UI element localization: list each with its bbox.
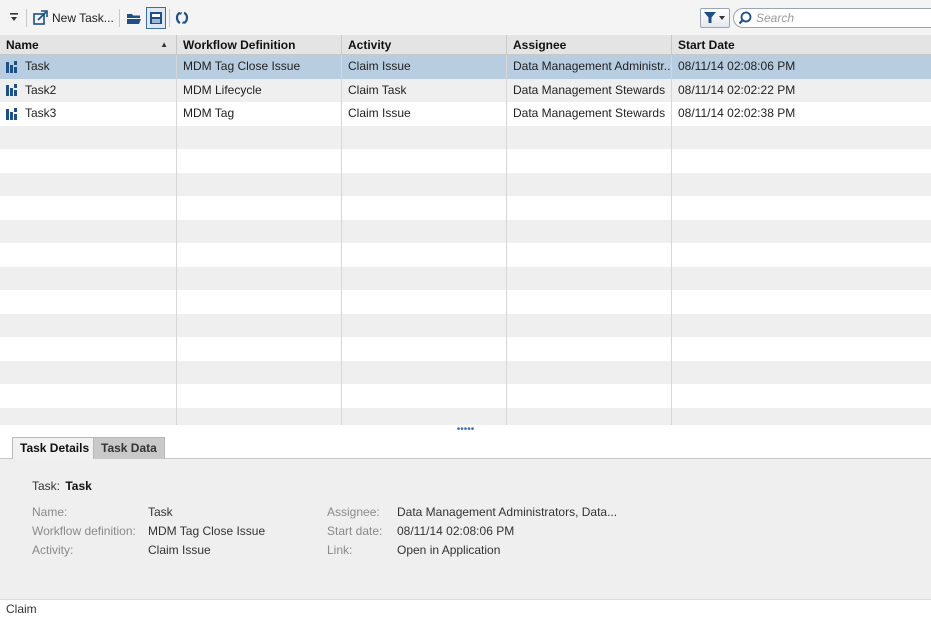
task-assignee: Data Management Stewards [507, 102, 672, 126]
empty-row [0, 266, 931, 290]
new-task-button[interactable]: New Task... [32, 7, 114, 29]
filter-button[interactable] [700, 8, 730, 28]
new-task-icon [33, 9, 48, 25]
task-details-panel: Task: Task Name: Task Workflow definitio… [0, 459, 931, 599]
open-button[interactable] [125, 7, 143, 29]
empty-row [0, 360, 931, 384]
start-date-value: 08/11/14 02:08:06 PM [397, 524, 515, 538]
task-name: Task [25, 59, 50, 74]
detail-title: Task: Task [32, 479, 92, 493]
task-table: Name ▲ Workflow Definition Activity Assi… [0, 35, 931, 425]
empty-row [0, 125, 931, 149]
task-activity: Claim Issue [342, 102, 507, 126]
empty-row [0, 196, 931, 220]
table-row[interactable]: Task MDM Tag Close Issue Claim Issue Dat… [0, 55, 931, 79]
status-bar: Claim [0, 599, 931, 617]
workflow-value: MDM Tag Close Issue [148, 524, 266, 538]
assignee-label: Assignee: [327, 505, 380, 519]
task-assignee: Data Management Stewards [507, 78, 672, 102]
status-text: Claim [6, 602, 37, 616]
search-area [700, 8, 931, 28]
task-start-date: 08/11/14 02:02:38 PM [678, 106, 796, 121]
link-label: Link: [327, 543, 353, 557]
save-icon [149, 11, 162, 24]
task-activity: Claim Issue [342, 55, 507, 79]
refresh-icon [175, 11, 188, 24]
task-name: Task3 [25, 106, 57, 121]
toolbar-separator [118, 8, 120, 27]
empty-row [0, 290, 931, 314]
task-workflow: MDM Lifecycle [177, 78, 342, 102]
detail-tabs: Task Details Task Data [0, 435, 931, 460]
toolbar: New Task... [0, 0, 931, 35]
workflow-label: Workflow definition: [32, 524, 136, 538]
empty-row [0, 172, 931, 196]
empty-row [0, 384, 931, 408]
refresh-button[interactable] [173, 7, 191, 29]
column-header-start-date[interactable]: Start Date [672, 35, 931, 54]
task-workflow: MDM Tag Close Issue [177, 55, 342, 79]
save-button[interactable] [145, 6, 166, 29]
tab-task-details[interactable]: Task Details [12, 437, 98, 460]
task-icon [6, 60, 17, 73]
search-field[interactable] [733, 8, 931, 28]
folder-open-icon [126, 13, 141, 24]
search-input[interactable] [756, 11, 926, 25]
detail-title-value: Task [65, 479, 92, 493]
table-body: Task MDM Tag Close Issue Claim Issue Dat… [0, 55, 931, 425]
task-start-date: 08/11/14 02:08:06 PM [678, 59, 796, 74]
table-row[interactable]: Task2 MDM Lifecycle Claim Task Data Mana… [0, 78, 931, 102]
column-header-assignee[interactable]: Assignee [507, 35, 672, 54]
empty-row [0, 243, 931, 267]
activity-value: Claim Issue [148, 543, 211, 557]
search-icon [738, 11, 752, 25]
sort-ascending-icon: ▲ [160, 40, 168, 49]
splitter-grip-icon[interactable]: ••••• [457, 425, 475, 435]
column-header-workflow-definition[interactable]: Workflow Definition [177, 35, 342, 54]
task-icon [6, 107, 17, 120]
task-activity: Claim Task [342, 78, 507, 102]
empty-row [0, 219, 931, 243]
filter-icon [704, 12, 725, 23]
new-task-label: New Task... [52, 10, 114, 25]
toolbar-separator [26, 8, 27, 27]
task-start-date: 08/11/14 02:02:22 PM [678, 82, 796, 97]
empty-row [0, 149, 931, 173]
panel-splitter[interactable]: ••••• [0, 425, 931, 435]
start-date-label: Start date: [327, 524, 383, 538]
empty-row [0, 313, 931, 337]
open-in-application-link[interactable]: Open in Application [397, 543, 500, 557]
toolbar-separator [168, 8, 170, 27]
table-header: Name ▲ Workflow Definition Activity Assi… [0, 35, 931, 55]
name-value: Task [148, 505, 173, 519]
assignee-value: Data Management Administrators, Data... [397, 505, 618, 519]
table-row[interactable]: Task3 MDM Tag Claim Issue Data Managemen… [0, 102, 931, 126]
column-header-name[interactable]: Name ▲ [0, 35, 177, 54]
task-workflow: MDM Tag [177, 102, 342, 126]
tab-task-data[interactable]: Task Data [93, 437, 165, 459]
collapse-icon[interactable] [7, 7, 21, 29]
empty-row [0, 337, 931, 361]
name-label: Name: [32, 505, 68, 519]
task-icon [6, 84, 17, 97]
column-header-activity[interactable]: Activity [342, 35, 507, 54]
empty-row [0, 407, 931, 425]
task-assignee: Data Management Administr... [507, 55, 672, 79]
activity-label: Activity: [32, 543, 74, 557]
task-name: Task2 [25, 82, 57, 97]
